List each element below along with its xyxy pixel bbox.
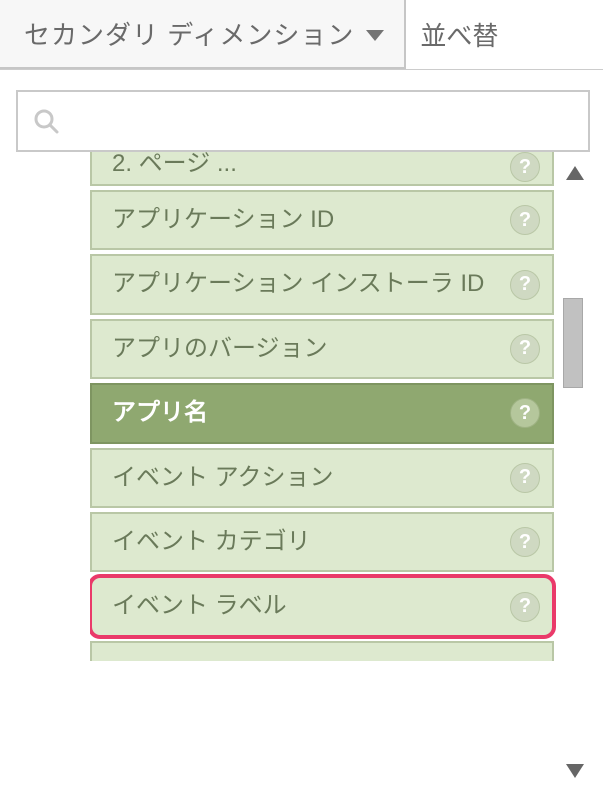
search-input[interactable] bbox=[70, 108, 574, 134]
list-item[interactable]: イベント アクション? bbox=[90, 448, 554, 508]
list-item[interactable]: イベント カテゴリ? bbox=[90, 512, 554, 572]
list-item-label: イベント ラベル bbox=[112, 590, 510, 622]
list-item[interactable]: アプリケーション ID? bbox=[90, 190, 554, 250]
help-icon[interactable]: ? bbox=[510, 592, 540, 622]
help-icon[interactable]: ? bbox=[510, 463, 540, 493]
scroll-down-arrow-icon[interactable] bbox=[566, 756, 584, 786]
scroll-track[interactable] bbox=[560, 188, 590, 756]
caret-down-icon bbox=[366, 18, 384, 49]
help-icon[interactable]: ? bbox=[510, 527, 540, 557]
list-item[interactable]: 2. ページ ...? bbox=[90, 152, 554, 186]
sort-label[interactable]: 並べ替 bbox=[406, 0, 603, 69]
help-icon[interactable]: ? bbox=[510, 270, 540, 300]
help-icon[interactable]: ? bbox=[510, 205, 540, 235]
scroll-up-arrow-icon[interactable] bbox=[566, 158, 584, 188]
dropdown-label: セカンダリ ディメンション bbox=[24, 15, 354, 52]
list-gutter bbox=[16, 152, 90, 792]
scrollbar[interactable] bbox=[560, 152, 590, 792]
list-item[interactable]: アプリのバージョン? bbox=[90, 319, 554, 379]
list-item-label: アプリ名 bbox=[112, 397, 510, 429]
list-item-label: アプリのバージョン bbox=[112, 333, 510, 365]
list-item[interactable]: イベント ラベル? bbox=[90, 576, 554, 636]
list-item-label: イベント カテゴリ bbox=[112, 526, 510, 558]
help-icon[interactable]: ? bbox=[510, 398, 540, 428]
scroll-thumb[interactable] bbox=[563, 298, 583, 388]
dimension-list: 2. ページ ...?アプリケーション ID?アプリケーション インストーラ I… bbox=[90, 152, 560, 792]
list-item[interactable]: アプリケーション インストーラ ID? bbox=[90, 254, 554, 314]
secondary-dimension-dropdown[interactable]: セカンダリ ディメンション bbox=[0, 0, 406, 69]
help-icon[interactable]: ? bbox=[510, 152, 540, 182]
list-item[interactable] bbox=[90, 641, 554, 661]
list-item-label: 2. ページ ... bbox=[112, 152, 510, 180]
help-icon[interactable]: ? bbox=[510, 334, 540, 364]
list-item-label: イベント アクション bbox=[112, 462, 510, 494]
list-item-label: アプリケーション インストーラ ID bbox=[112, 268, 510, 300]
search-icon bbox=[32, 107, 60, 135]
list-item-label: アプリケーション ID bbox=[112, 204, 510, 236]
search-box bbox=[16, 90, 590, 152]
dimension-dropdown-panel: 2. ページ ...?アプリケーション ID?アプリケーション インストーラ I… bbox=[16, 90, 590, 792]
list-item[interactable]: アプリ名? bbox=[90, 383, 554, 443]
